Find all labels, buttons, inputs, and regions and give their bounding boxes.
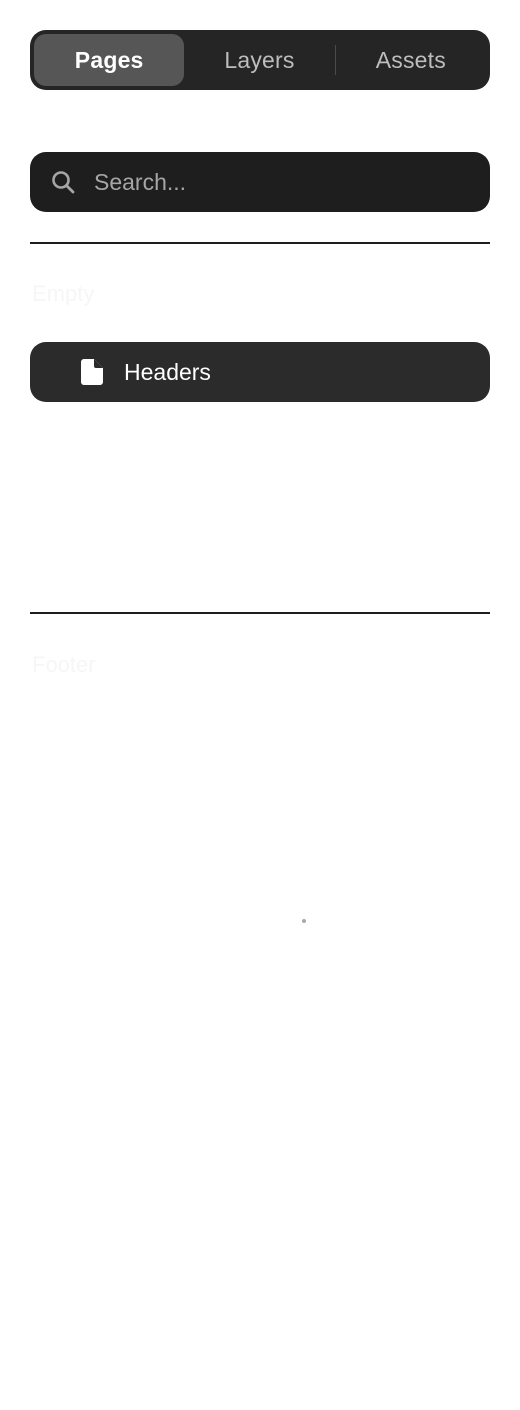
section-divider	[30, 612, 490, 614]
stray-dot	[302, 919, 306, 923]
search-icon	[50, 169, 76, 195]
segmented-tabs: Pages Layers Assets	[30, 30, 490, 90]
search-bar[interactable]	[30, 152, 490, 212]
page-item-headers[interactable]: Headers	[30, 342, 490, 402]
page-item-label: Headers	[124, 358, 211, 385]
section-label-footer: Footer	[32, 652, 96, 677]
file-icon	[80, 359, 104, 385]
tab-assets[interactable]: Assets	[336, 34, 486, 86]
search-input[interactable]	[94, 152, 490, 212]
tab-layers[interactable]: Layers	[184, 34, 334, 86]
tab-pages[interactable]: Pages	[34, 34, 185, 86]
section-divider	[30, 242, 490, 244]
section-label-empty: Empty	[32, 281, 95, 306]
